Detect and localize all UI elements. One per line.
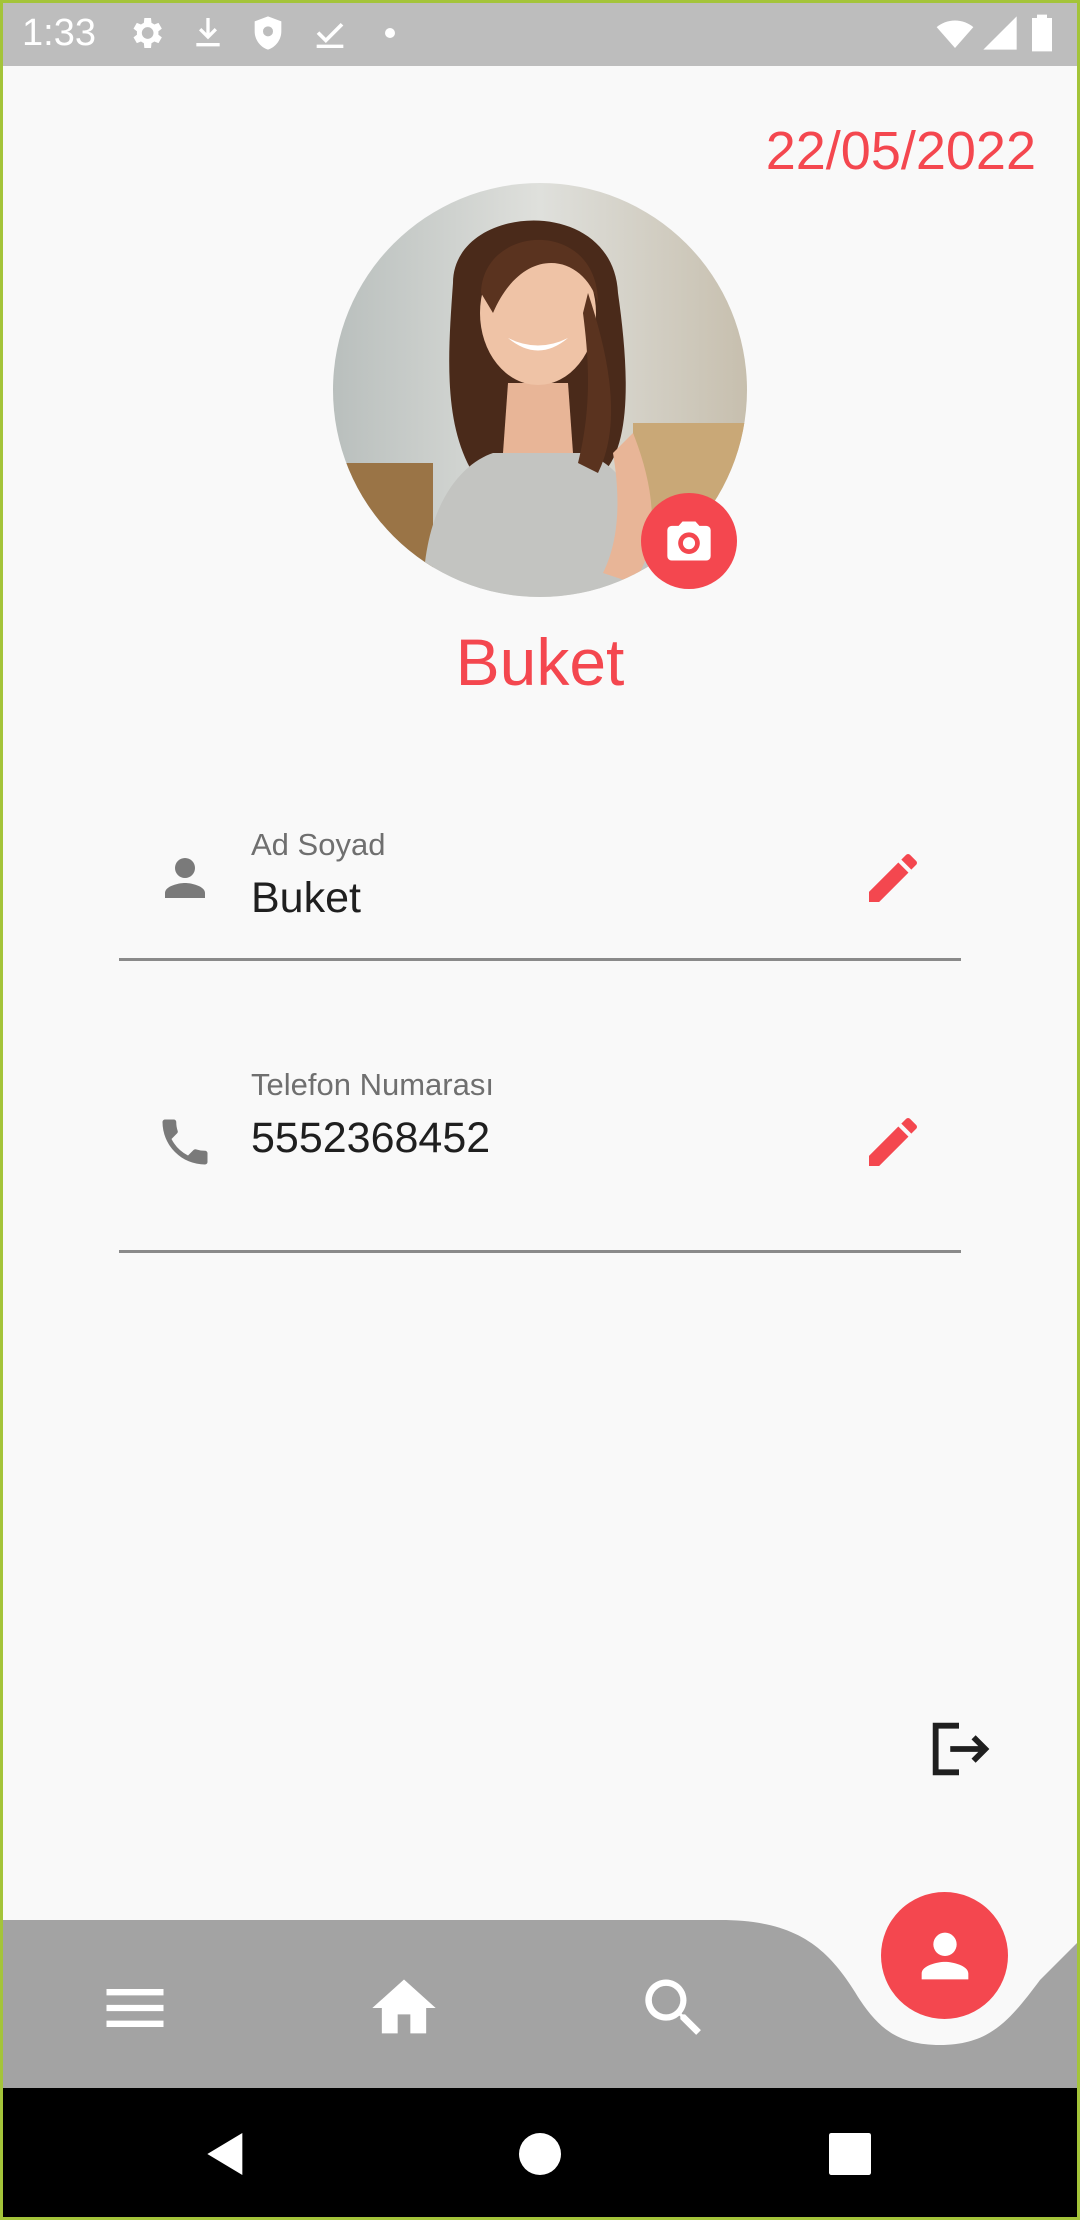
change-photo-button[interactable]	[641, 493, 737, 589]
home-icon	[372, 1979, 436, 2034]
edit-phone-button[interactable]	[861, 1110, 925, 1174]
dot-icon	[370, 13, 410, 53]
phone-value: 5552368452	[251, 1114, 491, 1162]
profile-icon	[921, 1932, 968, 1979]
system-navigation-bar	[0, 2088, 1080, 2220]
search-icon	[645, 1979, 701, 2035]
nav-menu[interactable]	[97, 1970, 173, 2046]
signal-icon	[980, 13, 1020, 53]
phone-icon	[155, 1112, 215, 1172]
status-bar: 1:33	[0, 0, 1080, 66]
person-icon	[155, 848, 215, 908]
system-home-button[interactable]	[512, 2126, 568, 2182]
phone-field: Telefon Numarası 5552368452	[119, 1040, 961, 1253]
nav-search[interactable]	[636, 1970, 712, 2046]
download-icon	[188, 13, 228, 53]
logout-icon	[932, 1722, 990, 1776]
name-label: Ad Soyad	[251, 827, 386, 862]
recents-icon	[829, 2133, 871, 2175]
profile-name: Buket	[455, 625, 625, 699]
current-date: 22/05/2022	[765, 121, 1036, 181]
system-back-button[interactable]	[198, 2126, 254, 2182]
back-icon	[207, 2133, 243, 2175]
status-time: 1:33	[22, 12, 96, 54]
check-download-icon	[310, 13, 350, 53]
nav-home[interactable]	[366, 1970, 442, 2046]
shield-icon	[248, 13, 288, 53]
nav-profile[interactable]	[881, 1892, 1008, 2019]
name-field: Ad Soyad Buket	[119, 800, 961, 961]
logout-button[interactable]	[924, 1714, 994, 1784]
battery-icon	[1030, 13, 1060, 53]
pencil-icon	[869, 1117, 917, 1166]
pencil-icon	[869, 853, 917, 902]
system-recents-button[interactable]	[822, 2126, 878, 2182]
menu-icon	[106, 1989, 164, 2027]
camera-icon	[667, 521, 711, 561]
wifi-icon	[935, 13, 975, 53]
phone-label: Telefon Numarası	[251, 1067, 494, 1102]
settings-icon	[126, 13, 166, 53]
name-value: Buket	[251, 874, 361, 922]
home-circle-icon	[519, 2133, 561, 2175]
edit-name-button[interactable]	[861, 846, 925, 910]
